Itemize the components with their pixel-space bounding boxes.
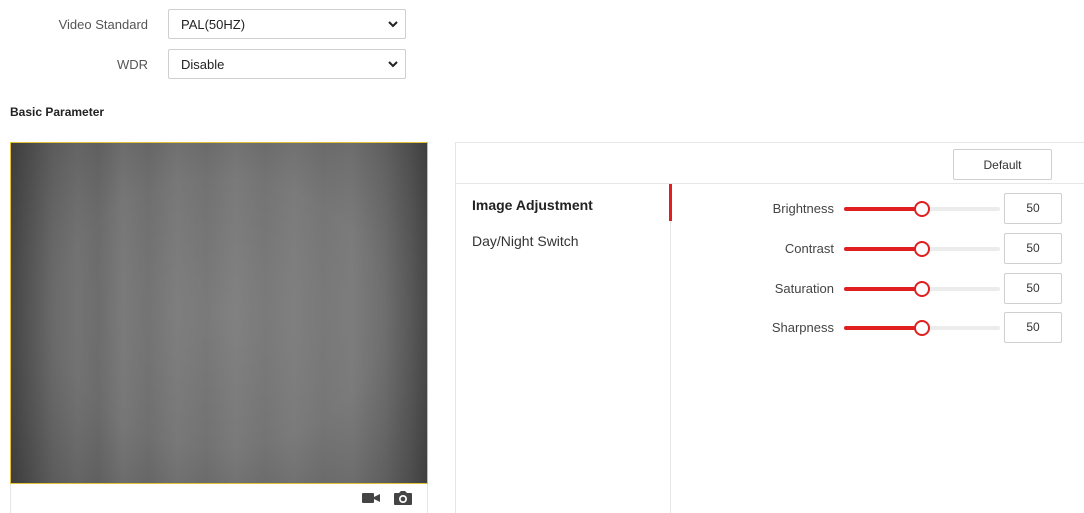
sharpness-label: Sharpness xyxy=(771,320,834,335)
sharpness-slider-row: Sharpness 50 xyxy=(672,312,1084,344)
preview-toolbar xyxy=(10,484,428,513)
chevron-down-icon xyxy=(388,61,398,68)
video-standard-select[interactable]: PAL(50HZ) xyxy=(168,9,406,39)
contrast-value-input[interactable]: 50 xyxy=(1004,233,1062,264)
video-camera-icon[interactable] xyxy=(361,490,381,506)
default-button[interactable]: Default xyxy=(953,149,1052,180)
saturation-slider[interactable] xyxy=(844,281,1000,297)
sharpness-value-input[interactable]: 50 xyxy=(1004,312,1062,343)
contrast-slider-row: Contrast 50 xyxy=(672,233,1084,265)
sharpness-slider-thumb[interactable] xyxy=(914,320,930,336)
sharpness-slider-fill xyxy=(844,326,922,330)
video-standard-value: PAL(50HZ) xyxy=(181,16,246,32)
brightness-slider[interactable] xyxy=(844,201,1000,217)
saturation-slider-fill xyxy=(844,287,922,291)
video-standard-row: Video Standard xyxy=(0,9,158,39)
settings-tab-list: Image Adjustment Day/Night Switch xyxy=(456,184,672,513)
camera-icon[interactable] xyxy=(393,490,413,506)
wdr-label: WDR xyxy=(116,56,148,72)
contrast-slider[interactable] xyxy=(844,241,1000,257)
page: Video Standard PAL(50HZ) WDR Disable Bas… xyxy=(0,0,1084,513)
wdr-row: WDR xyxy=(0,49,158,79)
wdr-value: Disable xyxy=(181,56,225,72)
contrast-label: Contrast xyxy=(784,241,834,256)
brightness-value-input[interactable]: 50 xyxy=(1004,193,1062,224)
chevron-down-icon xyxy=(388,21,398,28)
wdr-select[interactable]: Disable xyxy=(168,49,406,79)
brightness-slider-row: Brightness 50 xyxy=(672,193,1084,225)
brightness-label: Brightness xyxy=(772,201,834,216)
sharpness-slider[interactable] xyxy=(844,320,1000,336)
contrast-slider-fill xyxy=(844,247,922,251)
image-settings-panel: Default Image Adjustment Day/Night Switc… xyxy=(455,142,1084,513)
tab-day-night-switch[interactable]: Day/Night Switch xyxy=(472,233,579,249)
contrast-slider-thumb[interactable] xyxy=(914,241,930,257)
section-title: Basic Parameter xyxy=(10,105,105,119)
video-standard-label: Video Standard xyxy=(58,16,148,32)
saturation-label: Saturation xyxy=(774,281,834,296)
saturation-slider-row: Saturation 50 xyxy=(672,273,1084,305)
brightness-slider-fill xyxy=(844,207,922,211)
saturation-value-input[interactable]: 50 xyxy=(1004,273,1062,304)
tab-image-adjustment[interactable]: Image Adjustment xyxy=(472,197,593,213)
saturation-slider-thumb[interactable] xyxy=(914,281,930,297)
brightness-slider-thumb[interactable] xyxy=(914,201,930,217)
video-preview xyxy=(10,142,428,484)
